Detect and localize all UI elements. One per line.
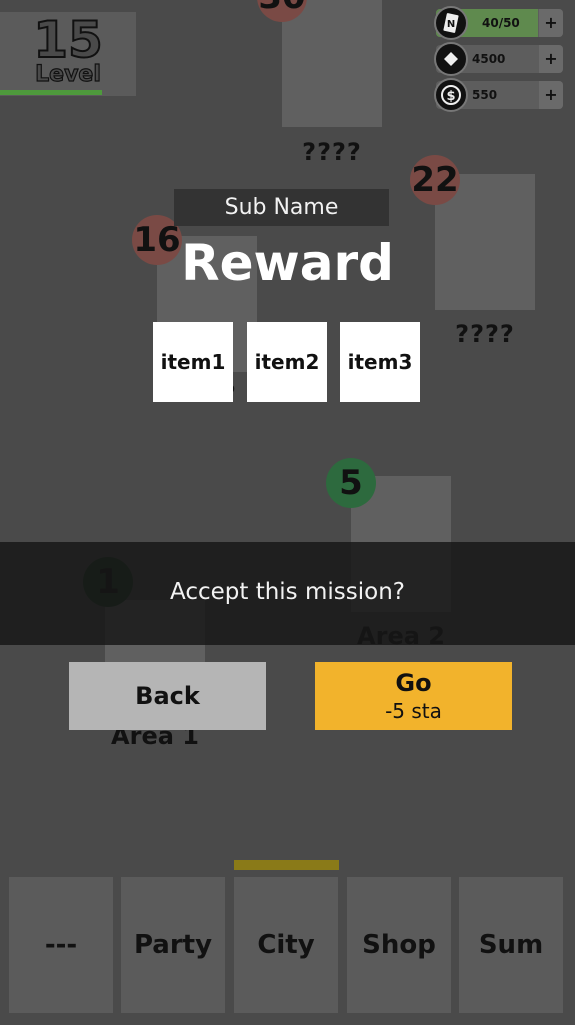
svg-text:N: N xyxy=(447,19,455,30)
level-label: Level xyxy=(35,61,102,87)
map-node-22[interactable]: 22 xyxy=(410,155,460,205)
level-progress-bar xyxy=(0,90,102,95)
active-tab-indicator xyxy=(234,860,339,870)
go-cost: -5 sta xyxy=(385,699,442,723)
go-label: Go xyxy=(395,669,432,697)
gem-value: 4500 xyxy=(472,52,506,66)
node-label: 5 xyxy=(339,463,363,503)
add-gems-button[interactable]: + xyxy=(539,45,563,73)
gem-counter: 4500 + xyxy=(434,42,563,76)
reward-item-card[interactable]: item1 xyxy=(153,322,233,402)
mission-subtitle: Sub Name xyxy=(174,189,389,226)
stamina-card-icon: N xyxy=(434,6,468,40)
go-button[interactable]: Go -5 sta xyxy=(315,662,512,730)
tab-city[interactable]: City xyxy=(234,877,338,1013)
money-value: 550 xyxy=(472,88,498,102)
back-button[interactable]: Back xyxy=(69,662,266,730)
unknown-label: ???? xyxy=(455,320,515,348)
node-label: 30 xyxy=(258,0,305,17)
unknown-label: ???? xyxy=(302,138,362,166)
gem-icon xyxy=(434,42,468,76)
node-label: 22 xyxy=(411,160,459,200)
add-money-button[interactable]: + xyxy=(539,81,563,109)
stamina-counter: N 40/50 + xyxy=(434,6,563,40)
tab-sum[interactable]: Sum xyxy=(459,877,563,1013)
reward-title: Reward xyxy=(181,234,394,292)
stamina-value: 40/50 xyxy=(482,16,520,30)
tab-placeholder[interactable]: --- xyxy=(9,877,113,1013)
confirm-prompt: Accept this mission? xyxy=(170,579,405,605)
reward-item-card[interactable]: item3 xyxy=(340,322,420,402)
money-counter: $ 550 + xyxy=(434,78,563,112)
level-number: 15 xyxy=(32,11,104,69)
reward-item-card[interactable]: item2 xyxy=(247,322,327,402)
map-tile[interactable] xyxy=(282,0,382,127)
tab-shop[interactable]: Shop xyxy=(347,877,451,1013)
tab-party[interactable]: Party xyxy=(121,877,225,1013)
svg-text:$: $ xyxy=(446,89,455,104)
add-stamina-button[interactable]: + xyxy=(539,9,563,37)
map-node-5[interactable]: 5 xyxy=(326,458,376,508)
dollar-coin-icon: $ xyxy=(434,78,468,112)
